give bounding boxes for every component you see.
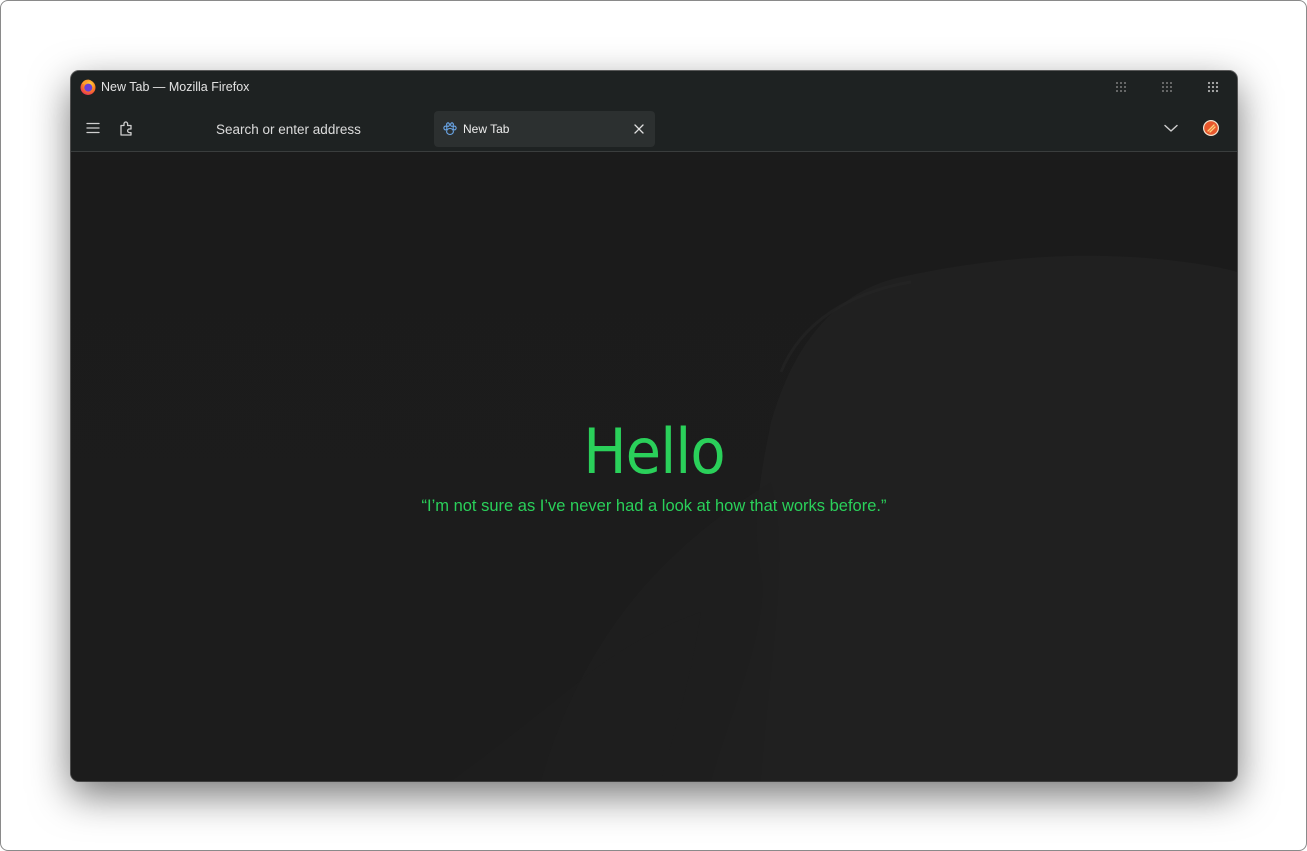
maximize-icon[interactable] <box>1159 79 1175 95</box>
puzzle-icon[interactable] <box>116 117 138 139</box>
window-title: New Tab — Mozilla Firefox <box>101 80 250 94</box>
tab-label: New Tab <box>463 122 510 136</box>
minimize-icon[interactable] <box>1113 79 1129 95</box>
quote-text: “I’m not sure as I’ve never had a look a… <box>421 497 887 515</box>
firefox-window: New Tab — Mozilla Firefox Search or ente… <box>71 71 1237 781</box>
paw-icon <box>443 122 457 136</box>
desktop: New Tab — Mozilla Firefox Search or ente… <box>0 0 1307 851</box>
title-bar[interactable]: New Tab — Mozilla Firefox <box>71 71 1237 105</box>
greeting-heading: Hello <box>583 415 725 488</box>
close-window-icon[interactable] <box>1205 79 1221 95</box>
firefox-account-icon[interactable] <box>1200 117 1222 139</box>
new-tab-page: Hello “I’m not sure as I’ve never had a … <box>71 152 1237 781</box>
hamburger-icon[interactable] <box>82 117 104 139</box>
firefox-logo-icon <box>80 79 96 95</box>
nav-toolbar: Search or enter address New Tab <box>71 105 1237 152</box>
tab-new-tab[interactable]: New Tab <box>434 111 655 147</box>
close-icon[interactable] <box>632 122 646 136</box>
url-bar-input[interactable]: Search or enter address <box>216 121 361 139</box>
chevron-down-icon[interactable] <box>1160 117 1182 139</box>
